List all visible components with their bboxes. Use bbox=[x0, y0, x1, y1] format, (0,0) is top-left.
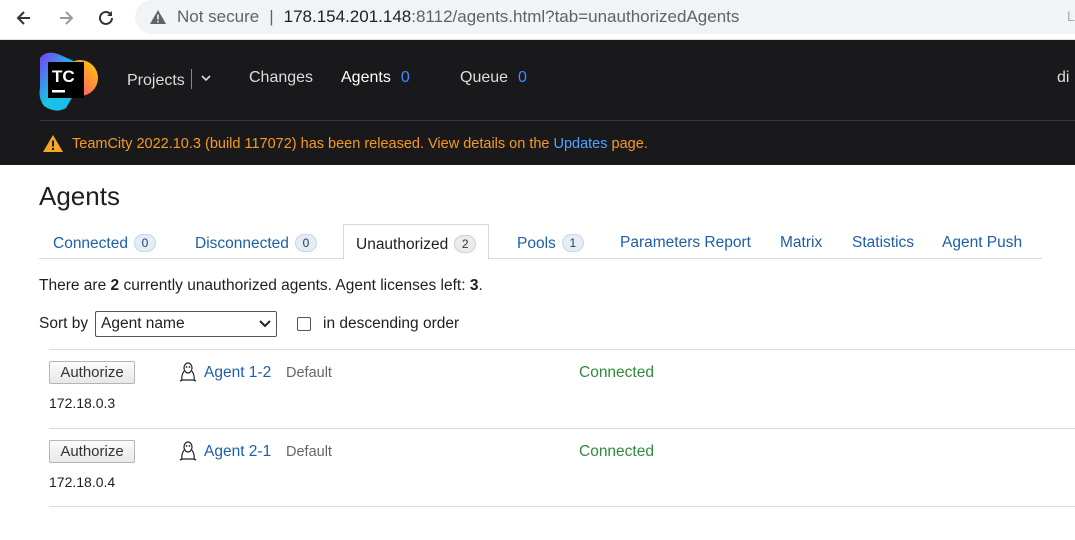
agent-status: Connected bbox=[579, 364, 654, 381]
tab-label: Pools bbox=[517, 235, 556, 252]
nav-queue[interactable]: Queue 0 bbox=[460, 69, 527, 87]
descending-label[interactable]: in descending order bbox=[323, 315, 459, 333]
authorize-button[interactable]: Authorize bbox=[49, 440, 135, 463]
warning-icon bbox=[150, 10, 166, 24]
agent-status: Connected bbox=[579, 443, 654, 460]
sort-label: Sort by bbox=[39, 315, 89, 332]
arrow-right-icon bbox=[60, 11, 74, 25]
user-menu[interactable]: di bbox=[1057, 69, 1069, 87]
tab-count-badge: 2 bbox=[454, 235, 477, 253]
agent-name-link[interactable]: Agent 1-2 bbox=[204, 364, 271, 382]
teamcity-header: TC Projects Changes Agents 0 Queue 0 di Te… bbox=[0, 40, 1075, 165]
agent-row: Authorize Agent 1-2 Default Connected 17… bbox=[49, 349, 1075, 427]
forward-button[interactable] bbox=[50, 4, 82, 32]
unauthorized-summary: There are 2 currently unauthorized agent… bbox=[39, 277, 483, 295]
chevron-down-icon bbox=[259, 320, 271, 328]
url-path: :8112/agents.html?tab=unauthorizedAgents bbox=[411, 7, 740, 26]
reload-icon bbox=[99, 10, 113, 25]
summary-period: . bbox=[478, 277, 483, 294]
tab-pools[interactable]: Pools 1 bbox=[517, 224, 584, 259]
agent-pool: Default bbox=[286, 365, 332, 381]
agent-name-link[interactable]: Agent 2-1 bbox=[204, 443, 271, 461]
authorize-button[interactable]: Authorize bbox=[49, 361, 135, 384]
unauthorized-count: 2 bbox=[110, 277, 120, 294]
linux-icon bbox=[179, 362, 197, 382]
tab-unauthorized[interactable]: Unauthorized 2 bbox=[343, 224, 490, 260]
page-title: Agents bbox=[39, 181, 120, 211]
nav-changes[interactable]: Changes bbox=[249, 69, 313, 87]
header-divider bbox=[40, 120, 1075, 121]
tab-label: Disconnected bbox=[195, 235, 289, 252]
teamcity-logo-icon[interactable]: TC bbox=[36, 48, 100, 112]
agent-tabs: Connected 0 Disconnected 0 Unauthorized 2 P… bbox=[39, 224, 1042, 260]
tab-label: Unauthorized bbox=[356, 236, 449, 253]
tab-label: Connected bbox=[53, 235, 128, 252]
tab-disconnected[interactable]: Disconnected 0 bbox=[195, 224, 317, 259]
row-divider bbox=[49, 506, 1075, 507]
linux-icon bbox=[179, 441, 197, 461]
nav-queue-label: Queue bbox=[460, 69, 509, 86]
notice-tail: page. bbox=[611, 135, 648, 152]
tab-label: Statistics bbox=[852, 234, 915, 251]
summary-text: There are bbox=[39, 277, 107, 294]
tab-count-badge: 1 bbox=[561, 234, 584, 252]
nav-projects[interactable]: Projects bbox=[127, 69, 212, 90]
nav-agents-count: 0 bbox=[400, 69, 410, 86]
nav-queue-count: 0 bbox=[518, 69, 527, 86]
agent-pool: Default bbox=[286, 444, 332, 460]
updates-link[interactable]: Updates bbox=[553, 136, 607, 152]
sort-select[interactable]: Agent name bbox=[95, 311, 277, 337]
browser-toolbar: Not secure | 178.154.201.148:8112/agents… bbox=[0, 0, 1075, 40]
nav-changes-label: Changes bbox=[249, 69, 314, 86]
nav-agents[interactable]: Agents 0 bbox=[341, 69, 410, 87]
arrow-left-icon bbox=[16, 11, 30, 25]
tab-count-badge: 0 bbox=[294, 234, 317, 252]
notice-text: TeamCity 2022.10.3 (build 117072) has be… bbox=[72, 135, 550, 152]
tab-count-badge: 0 bbox=[133, 234, 156, 252]
reload-button[interactable] bbox=[90, 4, 122, 32]
summary-text: currently unauthorized agents. Agent lic… bbox=[123, 277, 466, 294]
agent-row: Authorize Agent 2-1 Default Connected 17… bbox=[49, 428, 1075, 506]
nav-projects-label: Projects bbox=[127, 72, 185, 89]
agent-ip: 172.18.0.4 bbox=[49, 474, 116, 490]
profile-edge: L bbox=[1067, 8, 1075, 24]
tab-label: Agent Push bbox=[942, 234, 1023, 251]
tab-matrix[interactable]: Matrix bbox=[780, 224, 822, 259]
address-bar[interactable]: Not secure | 178.154.201.148:8112/agents… bbox=[135, 0, 1075, 34]
tab-connected[interactable]: Connected 0 bbox=[53, 224, 156, 259]
tab-statistics[interactable]: Statistics bbox=[852, 224, 914, 259]
tab-parameters-report[interactable]: Parameters Report bbox=[620, 224, 751, 259]
sort-selected-value: Agent name bbox=[101, 315, 185, 332]
tab-label: Matrix bbox=[780, 234, 823, 251]
address-separator: | bbox=[269, 7, 274, 26]
back-button[interactable] bbox=[8, 4, 40, 32]
nav-agents-label: Agents bbox=[341, 69, 391, 86]
tab-agent-push[interactable]: Agent Push bbox=[942, 224, 1022, 259]
descending-checkbox[interactable] bbox=[297, 317, 311, 331]
logo-text: TC bbox=[52, 67, 75, 86]
agent-ip: 172.18.0.3 bbox=[49, 395, 116, 411]
chevron-down-icon[interactable] bbox=[200, 72, 212, 84]
security-label[interactable]: Not secure bbox=[177, 7, 259, 27]
warning-icon bbox=[43, 135, 63, 152]
update-notice: TeamCity 2022.10.3 (build 117072) has be… bbox=[42, 134, 648, 153]
tab-label: Parameters Report bbox=[620, 234, 751, 251]
nav-divider bbox=[190, 69, 192, 89]
url-host: 178.154.201.148 bbox=[283, 7, 412, 26]
